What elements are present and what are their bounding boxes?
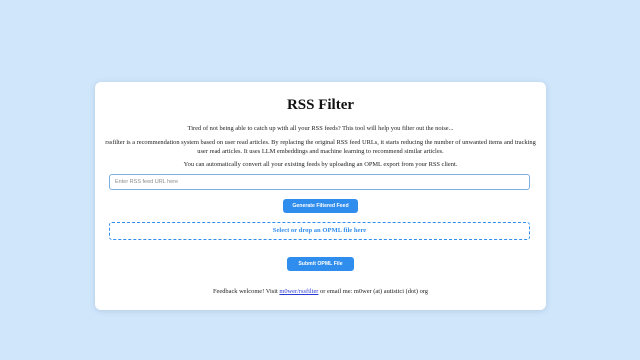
main-card: RSS Filter Tired of not being able to ca… — [95, 82, 546, 310]
footer-suffix: or email me: m0wer (at) autistici (dot) … — [318, 288, 428, 295]
submit-opml-file-button[interactable]: Submit OPML File — [287, 257, 354, 271]
footer-prefix: Feedback welcome! Visit — [212, 288, 280, 295]
opml-file-dropzone[interactable]: Select or drop an OPML file here — [109, 222, 530, 240]
repo-link[interactable]: m0wer/rssfilter — [279, 288, 318, 295]
generate-filtered-feed-button[interactable]: Generate Filtered Feed — [283, 199, 358, 213]
description-text: rssfilter is a recommendation system bas… — [105, 139, 536, 155]
opml-hint-text: You can automatically convert all your e… — [183, 161, 458, 168]
footer-text: Feedback welcome! Visit m0wer/rssfilter … — [95, 287, 546, 296]
intro-text: Tired of not being able to catch up with… — [187, 125, 454, 132]
rss-url-input[interactable] — [109, 174, 530, 190]
page-title: RSS Filter — [286, 97, 355, 113]
